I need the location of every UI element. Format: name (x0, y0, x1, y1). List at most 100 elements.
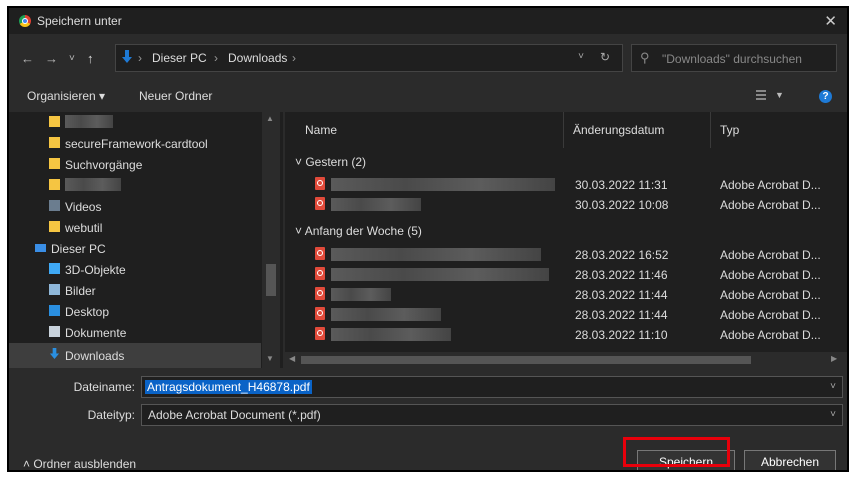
hide-folders-toggle[interactable]: ˄ Ordner ausblenden (23, 457, 137, 471)
organize-button[interactable]: Organisieren ▾ (27, 89, 105, 103)
scroll-up-icon[interactable]: ▲ (266, 114, 274, 123)
pdf-icon (315, 197, 325, 210)
sidebar-item-documents[interactable]: Dokumente (9, 322, 261, 343)
scroll-down-icon[interactable]: ▼ (266, 354, 274, 363)
column-divider[interactable] (710, 112, 711, 148)
sidebar-item-label: webutil (65, 221, 103, 235)
address-bar: ← → ˅ ↑ › Dieser PC › Downloads › ˅ ↻ ⚲ … (9, 34, 847, 82)
folder-icon (49, 179, 60, 190)
sidebar-item-label: Videos (65, 200, 102, 214)
file-row[interactable]: 28.03.2022 11:46 Adobe Acrobat D... (285, 265, 825, 285)
redacted-filename (331, 328, 451, 341)
file-row[interactable]: 28.03.2022 11:10 Adobe Acrobat D... (285, 325, 825, 345)
sidebar-item-3d-objects[interactable]: 3D-Objekte (9, 259, 261, 280)
group-header-yesterday[interactable]: ˅ Gestern (2) (295, 155, 366, 169)
command-bar: Organisieren ▾ Neuer Ordner ▼ ? (9, 82, 847, 110)
search-icon: ⚲ (640, 50, 650, 65)
forward-icon[interactable]: → (45, 51, 58, 66)
file-date: 28.03.2022 16:52 (575, 248, 669, 262)
path-separator[interactable]: › (292, 51, 296, 65)
documents-icon (49, 326, 60, 337)
sidebar-item-secureframework-cardtool[interactable]: secureFramework-cardtool (9, 133, 261, 154)
chevron-down-icon[interactable]: ˅ (830, 381, 836, 392)
help-icon[interactable]: ? (819, 90, 832, 103)
file-row[interactable]: 28.03.2022 11:44 Adobe Acrobat D... (285, 305, 825, 325)
up-icon[interactable]: ↑ (87, 51, 94, 66)
close-icon[interactable]: ✕ (824, 12, 837, 30)
sidebar-item-desktop[interactable]: Desktop (9, 301, 261, 322)
view-options-icon[interactable] (756, 90, 766, 101)
search-folder-icon (49, 158, 60, 169)
path-segment-downloads[interactable]: Downloads (228, 51, 287, 65)
recent-locations-icon[interactable]: ˅ (69, 53, 75, 64)
download-arrow-icon (122, 50, 132, 63)
path-separator: › (214, 51, 218, 65)
chevron-down-icon[interactable]: ˅ (578, 51, 584, 62)
sidebar-item-blurred-2[interactable] (9, 175, 261, 196)
file-row[interactable]: 28.03.2022 16:52 Adobe Acrobat D... (285, 245, 825, 265)
column-header-name[interactable]: Name (305, 123, 337, 137)
file-type: Adobe Acrobat D... (720, 178, 821, 192)
file-row[interactable]: 28.03.2022 11:44 Adobe Acrobat D... (285, 285, 825, 305)
title-bar: Speichern unter ✕ (9, 8, 847, 34)
scrollbar-thumb[interactable] (266, 264, 276, 296)
file-row[interactable]: 30.03.2022 11:31 Adobe Acrobat D... (285, 175, 825, 195)
sidebar-item-label: Bilder (65, 284, 96, 298)
pdf-icon (315, 177, 325, 190)
3d-objects-icon (49, 263, 60, 274)
back-icon[interactable]: ← (21, 51, 34, 66)
sidebar-scrollbar[interactable]: ▲ ▼ (262, 112, 280, 368)
file-date: 28.03.2022 11:44 (575, 308, 668, 322)
chevron-down-icon[interactable]: ▼ (775, 90, 784, 100)
column-headers: Name Änderungsdatum Typ (285, 112, 847, 148)
sidebar-item-blurred-1[interactable] (9, 112, 261, 133)
column-header-date[interactable]: Änderungsdatum (573, 123, 664, 137)
pdf-icon (315, 267, 325, 280)
cancel-button[interactable]: Abbrechen (744, 450, 836, 470)
sidebar-item-pictures[interactable]: Bilder (9, 280, 261, 301)
redacted-filename (331, 248, 541, 261)
folder-icon (49, 116, 60, 127)
group-header-this-week[interactable]: ˅ Anfang der Woche (5) (295, 224, 422, 238)
path-separator: › (138, 51, 142, 65)
chevron-down-icon[interactable]: ˅ (830, 409, 836, 420)
sidebar-item-videos[interactable]: Videos (9, 196, 261, 217)
sidebar-item-webutil[interactable]: webutil (9, 217, 261, 238)
file-date: 30.03.2022 10:08 (575, 198, 669, 212)
search-box[interactable]: ⚲ "Downloads" durchsuchen (631, 44, 837, 72)
desktop-icon (49, 305, 60, 316)
column-header-type[interactable]: Typ (720, 123, 739, 137)
refresh-icon[interactable]: ↻ (600, 50, 610, 64)
filetype-select[interactable]: Adobe Acrobat Document (*.pdf) ˅ (141, 404, 843, 426)
path-breadcrumb[interactable]: › Dieser PC › Downloads › ˅ ↻ (115, 44, 623, 72)
pdf-icon (315, 327, 325, 340)
group-label: Anfang der Woche (5) (304, 224, 422, 238)
folder-icon (49, 221, 60, 232)
filetype-label: Dateityp: (87, 408, 135, 422)
dialog-title: Speichern unter (37, 14, 122, 28)
file-list-hscrollbar[interactable]: ◀ ▶ (285, 352, 847, 368)
sidebar-item-suchvorgaenge[interactable]: Suchvorgänge (9, 154, 261, 175)
path-segment-this-pc[interactable]: Dieser PC (152, 51, 207, 65)
filename-label: Dateiname: (73, 380, 135, 394)
file-type: Adobe Acrobat D... (720, 288, 821, 302)
new-folder-button[interactable]: Neuer Ordner (139, 89, 212, 103)
column-divider[interactable] (563, 112, 564, 148)
filename-field[interactable]: Antragsdokument_H46878.pdf ˅ (141, 376, 843, 398)
sidebar-item-label: Suchvorgänge (65, 158, 143, 172)
redacted-filename (331, 288, 391, 301)
hide-folders-label: Ordner ausblenden (33, 457, 137, 471)
download-arrow-icon (49, 348, 60, 359)
scroll-left-icon[interactable]: ◀ (289, 354, 295, 363)
scroll-right-icon[interactable]: ▶ (831, 354, 837, 363)
file-row[interactable]: 30.03.2022 10:08 Adobe Acrobat D... (285, 195, 825, 215)
sidebar-item-downloads[interactable]: Downloads (9, 343, 261, 368)
pdf-icon (315, 307, 325, 320)
save-as-dialog: Speichern unter ✕ ← → ˅ ↑ › Dieser PC › … (7, 6, 849, 472)
redacted-label (65, 178, 121, 191)
sidebar-item-label: Dieser PC (51, 242, 106, 256)
sidebar-item-this-pc[interactable]: Dieser PC (9, 238, 261, 259)
file-type: Adobe Acrobat D... (720, 268, 821, 282)
chrome-icon (19, 15, 31, 27)
scrollbar-thumb[interactable] (301, 356, 751, 364)
